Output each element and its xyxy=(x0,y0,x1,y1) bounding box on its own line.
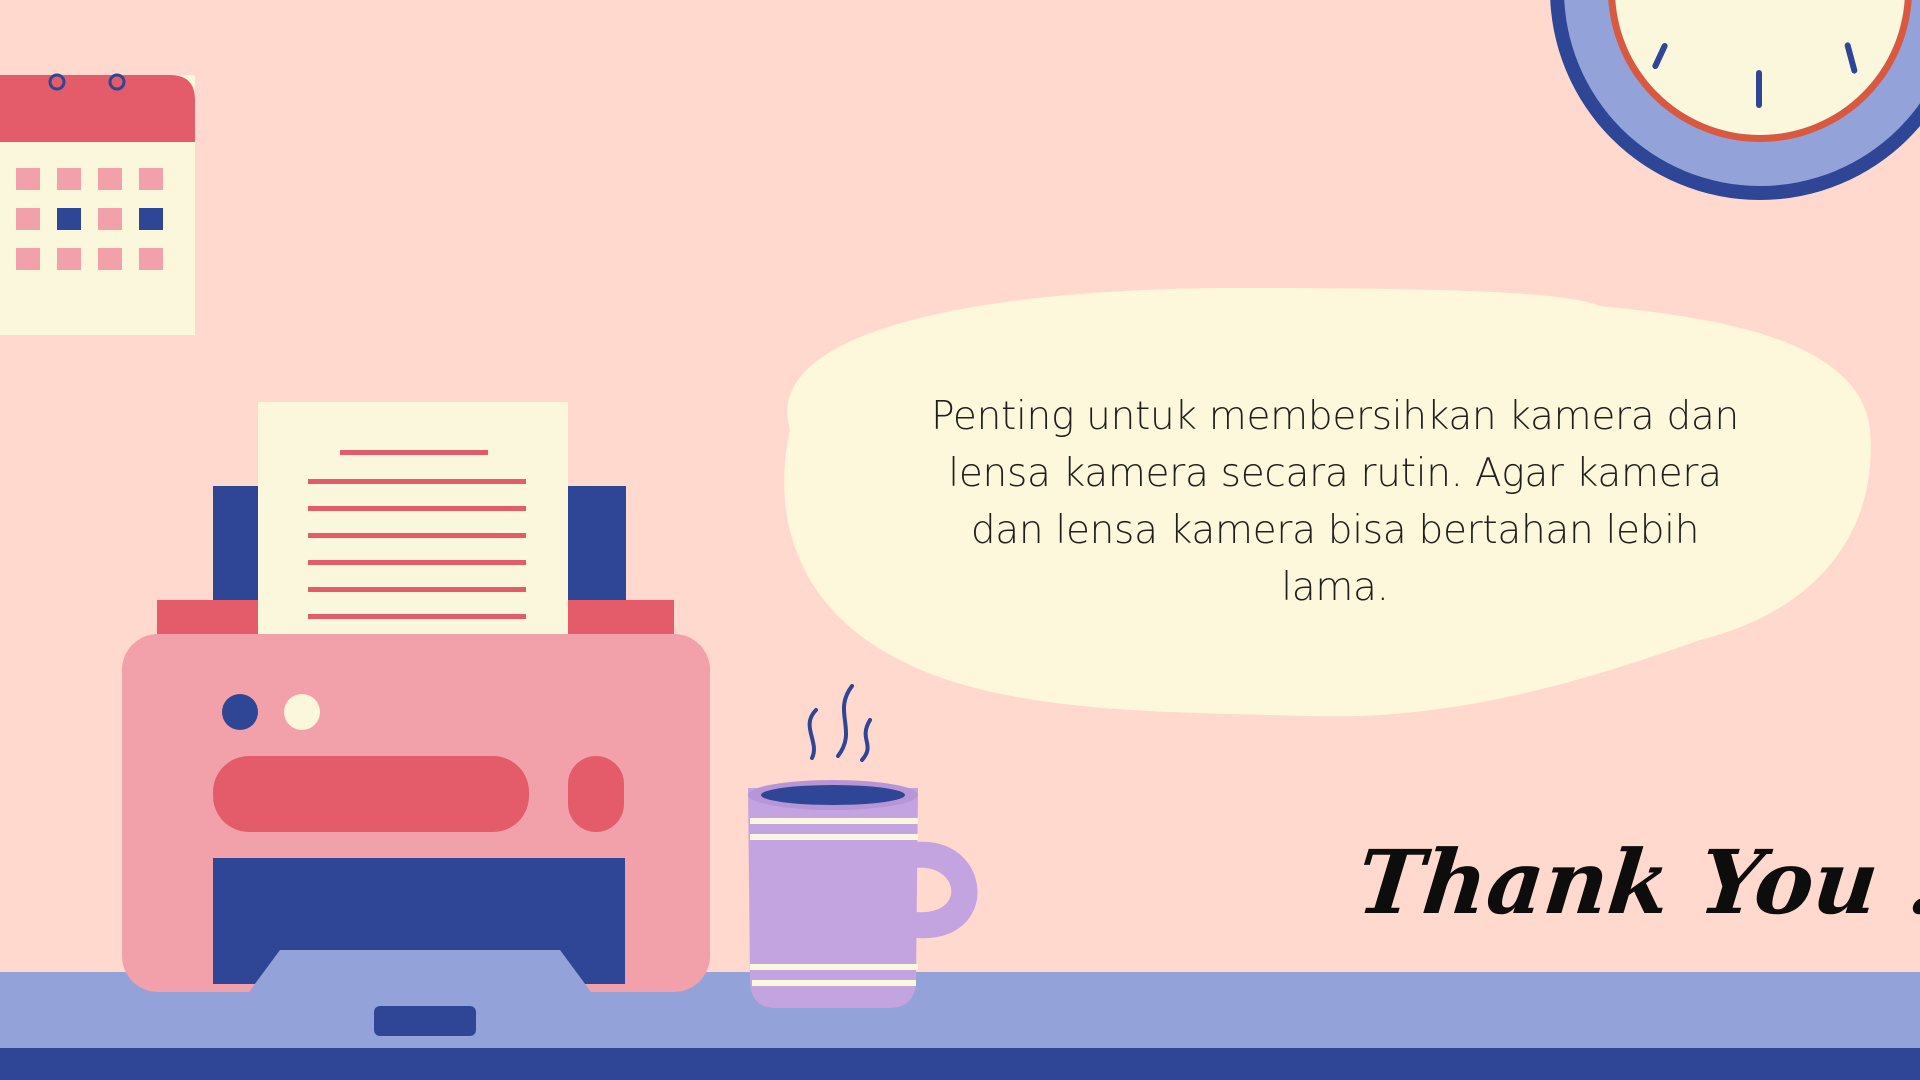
message-text: Penting untuk membersihkan kamera dan le… xyxy=(931,394,1739,610)
slide: Penting untuk membersihkan kamera dan le… xyxy=(0,0,1920,1080)
desk-base xyxy=(0,1048,1920,1080)
calendar-icon xyxy=(0,73,195,335)
closing-text: Thank You .. xyxy=(1352,830,1920,934)
